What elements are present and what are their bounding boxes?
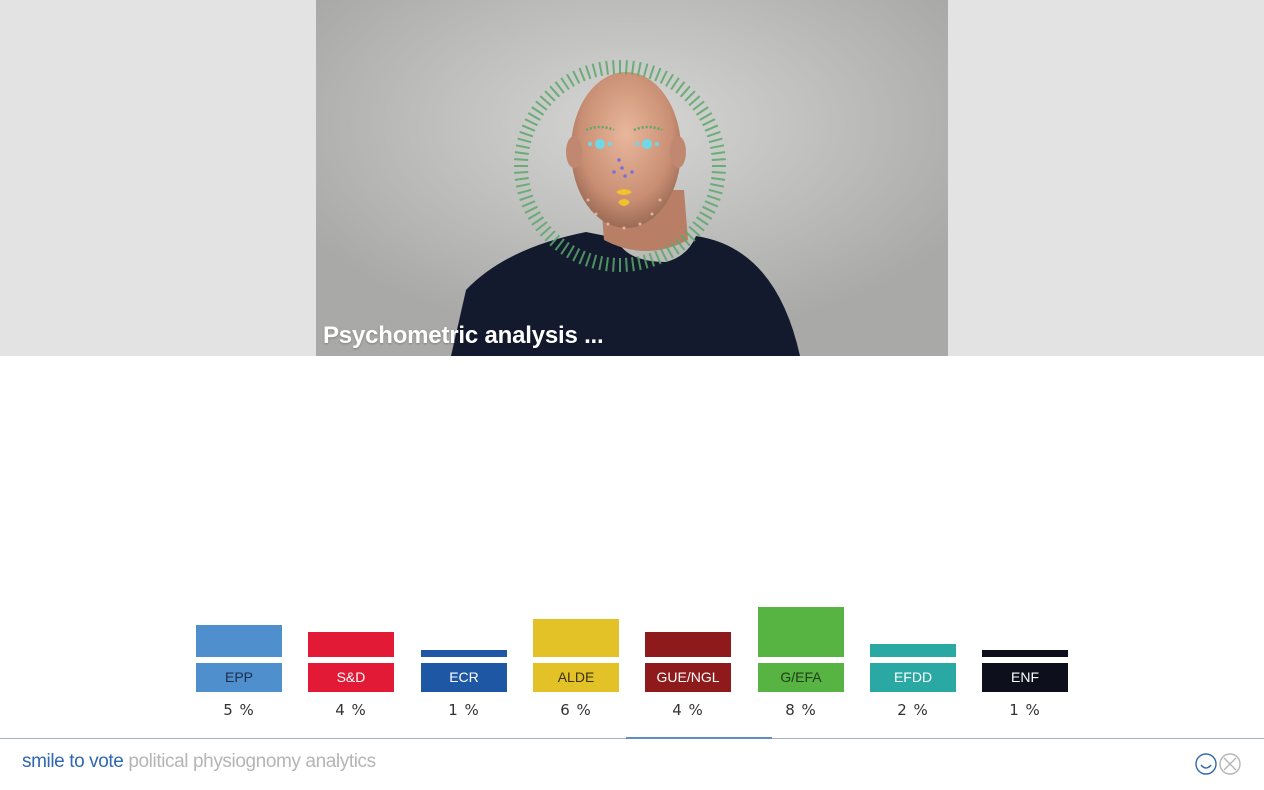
bar-efdd [870,644,956,657]
ring-tick [625,60,628,75]
party-results-chart: EPP 5 % S&D 4 % ECR 1 % ALDE 6 % GUE/NGL 4 % G/EFA… [0,540,1264,730]
party-label: G/EFA [758,663,844,692]
footer-icons [1195,752,1243,776]
footer-brand: smile to vote political physiognomy anal… [22,751,376,773]
party-label: ENF [982,663,1068,692]
ring-tick [514,158,529,161]
brand-tagline: political physiognomy analytics [128,751,376,772]
party-percentage: 4 % [335,701,367,719]
party-percentage: 8 % [785,701,817,719]
footer-progress-accent [626,737,772,739]
bar-enf [982,650,1068,657]
bar-epp [196,625,282,657]
party-label: EFDD [870,663,956,692]
ring-tick [711,158,726,161]
smiley-icon[interactable] [1195,753,1217,775]
party-label: GUE/NGL [645,663,731,692]
video-feed: Psychometric analysis ... [316,0,948,356]
party-label: EPP [196,663,282,692]
party-label: ALDE [533,663,619,692]
bar-gue-ngl [645,632,731,657]
close-icon[interactable] [1219,753,1241,775]
ring-tick [612,257,615,272]
bar-alde [533,619,619,657]
video-caption: Psychometric analysis ... [323,322,604,349]
party-percentage: 6 % [560,701,592,719]
ring-tick [612,60,615,75]
ring-tick [711,171,726,174]
bar-s-d [308,632,394,657]
face-tracking-graphic [316,0,948,356]
party-label: S&D [308,663,394,692]
brand-name: smile to vote [22,751,124,772]
party-percentage: 4 % [672,701,704,719]
ring-tick [514,171,529,174]
ring-tick [625,257,628,272]
bar-g-efa [758,607,844,657]
party-percentage: 1 % [448,701,480,719]
party-label: ECR [421,663,507,692]
party-percentage: 2 % [897,701,929,719]
party-percentage: 1 % [1009,701,1041,719]
party-percentage: 5 % [223,701,255,719]
bar-ecr [421,650,507,657]
